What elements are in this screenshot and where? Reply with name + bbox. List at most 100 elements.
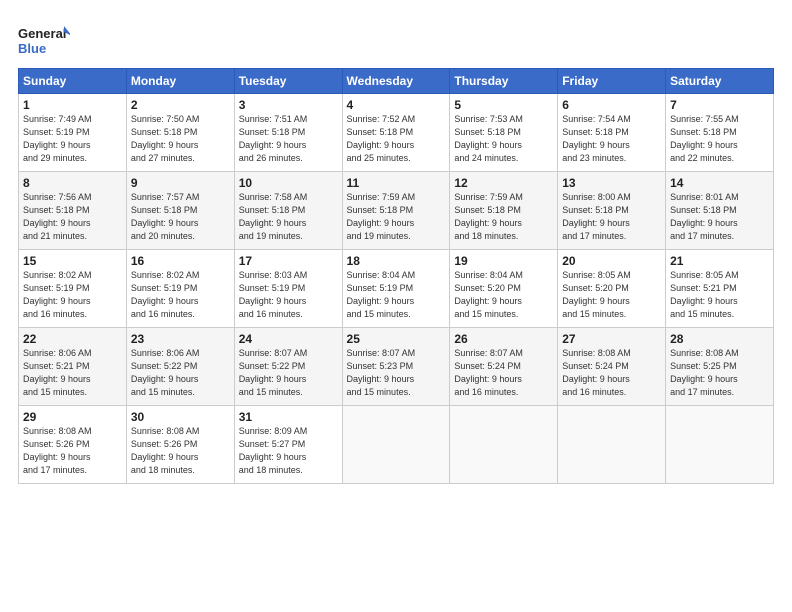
calendar-cell: 21Sunrise: 8:05 AMSunset: 5:21 PMDayligh… <box>666 250 774 328</box>
calendar-cell: 27Sunrise: 8:08 AMSunset: 5:24 PMDayligh… <box>558 328 666 406</box>
calendar-cell: 13Sunrise: 8:00 AMSunset: 5:18 PMDayligh… <box>558 172 666 250</box>
calendar-table: SundayMondayTuesdayWednesdayThursdayFrid… <box>18 68 774 484</box>
day-number: 25 <box>347 332 446 346</box>
calendar-week-4: 22Sunrise: 8:06 AMSunset: 5:21 PMDayligh… <box>19 328 774 406</box>
day-info: Sunrise: 7:54 AMSunset: 5:18 PMDaylight:… <box>562 113 661 165</box>
day-info: Sunrise: 8:07 AMSunset: 5:23 PMDaylight:… <box>347 347 446 399</box>
day-number: 12 <box>454 176 553 190</box>
logo: General Blue <box>18 22 70 60</box>
calendar-cell: 23Sunrise: 8:06 AMSunset: 5:22 PMDayligh… <box>126 328 234 406</box>
day-info: Sunrise: 8:08 AMSunset: 5:26 PMDaylight:… <box>131 425 230 477</box>
svg-text:General: General <box>18 26 66 41</box>
day-number: 31 <box>239 410 338 424</box>
day-number: 6 <box>562 98 661 112</box>
calendar-cell: 25Sunrise: 8:07 AMSunset: 5:23 PMDayligh… <box>342 328 450 406</box>
calendar-cell <box>342 406 450 484</box>
day-info: Sunrise: 8:05 AMSunset: 5:20 PMDaylight:… <box>562 269 661 321</box>
day-number: 10 <box>239 176 338 190</box>
logo-svg: General Blue <box>18 22 70 60</box>
calendar-cell: 10Sunrise: 7:58 AMSunset: 5:18 PMDayligh… <box>234 172 342 250</box>
svg-text:Blue: Blue <box>18 41 46 56</box>
calendar-cell: 18Sunrise: 8:04 AMSunset: 5:19 PMDayligh… <box>342 250 450 328</box>
day-number: 22 <box>23 332 122 346</box>
day-number: 7 <box>670 98 769 112</box>
calendar-cell: 12Sunrise: 7:59 AMSunset: 5:18 PMDayligh… <box>450 172 558 250</box>
calendar-cell <box>558 406 666 484</box>
calendar-cell: 4Sunrise: 7:52 AMSunset: 5:18 PMDaylight… <box>342 94 450 172</box>
day-info: Sunrise: 8:04 AMSunset: 5:19 PMDaylight:… <box>347 269 446 321</box>
calendar-cell: 20Sunrise: 8:05 AMSunset: 5:20 PMDayligh… <box>558 250 666 328</box>
calendar-cell: 22Sunrise: 8:06 AMSunset: 5:21 PMDayligh… <box>19 328 127 406</box>
day-number: 28 <box>670 332 769 346</box>
calendar-cell: 28Sunrise: 8:08 AMSunset: 5:25 PMDayligh… <box>666 328 774 406</box>
day-info: Sunrise: 8:01 AMSunset: 5:18 PMDaylight:… <box>670 191 769 243</box>
calendar-cell: 8Sunrise: 7:56 AMSunset: 5:18 PMDaylight… <box>19 172 127 250</box>
day-number: 29 <box>23 410 122 424</box>
day-info: Sunrise: 8:08 AMSunset: 5:24 PMDaylight:… <box>562 347 661 399</box>
calendar-cell <box>450 406 558 484</box>
day-number: 23 <box>131 332 230 346</box>
day-number: 19 <box>454 254 553 268</box>
weekday-header-friday: Friday <box>558 69 666 94</box>
weekday-header-tuesday: Tuesday <box>234 69 342 94</box>
calendar-cell: 9Sunrise: 7:57 AMSunset: 5:18 PMDaylight… <box>126 172 234 250</box>
day-info: Sunrise: 8:02 AMSunset: 5:19 PMDaylight:… <box>23 269 122 321</box>
calendar-cell: 15Sunrise: 8:02 AMSunset: 5:19 PMDayligh… <box>19 250 127 328</box>
day-info: Sunrise: 7:51 AMSunset: 5:18 PMDaylight:… <box>239 113 338 165</box>
calendar-week-2: 8Sunrise: 7:56 AMSunset: 5:18 PMDaylight… <box>19 172 774 250</box>
day-info: Sunrise: 7:59 AMSunset: 5:18 PMDaylight:… <box>454 191 553 243</box>
day-number: 24 <box>239 332 338 346</box>
day-number: 1 <box>23 98 122 112</box>
day-number: 30 <box>131 410 230 424</box>
calendar-cell: 3Sunrise: 7:51 AMSunset: 5:18 PMDaylight… <box>234 94 342 172</box>
day-info: Sunrise: 7:58 AMSunset: 5:18 PMDaylight:… <box>239 191 338 243</box>
day-number: 5 <box>454 98 553 112</box>
day-info: Sunrise: 7:52 AMSunset: 5:18 PMDaylight:… <box>347 113 446 165</box>
day-info: Sunrise: 8:00 AMSunset: 5:18 PMDaylight:… <box>562 191 661 243</box>
day-info: Sunrise: 8:03 AMSunset: 5:19 PMDaylight:… <box>239 269 338 321</box>
calendar-week-3: 15Sunrise: 8:02 AMSunset: 5:19 PMDayligh… <box>19 250 774 328</box>
day-info: Sunrise: 7:53 AMSunset: 5:18 PMDaylight:… <box>454 113 553 165</box>
day-info: Sunrise: 8:05 AMSunset: 5:21 PMDaylight:… <box>670 269 769 321</box>
page: General Blue SundayMondayTuesdayWednesda… <box>0 0 792 494</box>
day-info: Sunrise: 8:07 AMSunset: 5:22 PMDaylight:… <box>239 347 338 399</box>
calendar-cell: 24Sunrise: 8:07 AMSunset: 5:22 PMDayligh… <box>234 328 342 406</box>
day-number: 21 <box>670 254 769 268</box>
calendar-cell: 2Sunrise: 7:50 AMSunset: 5:18 PMDaylight… <box>126 94 234 172</box>
day-number: 18 <box>347 254 446 268</box>
calendar-cell: 1Sunrise: 7:49 AMSunset: 5:19 PMDaylight… <box>19 94 127 172</box>
day-number: 15 <box>23 254 122 268</box>
weekday-header-sunday: Sunday <box>19 69 127 94</box>
day-number: 8 <box>23 176 122 190</box>
day-number: 4 <box>347 98 446 112</box>
day-number: 17 <box>239 254 338 268</box>
weekday-header-wednesday: Wednesday <box>342 69 450 94</box>
day-info: Sunrise: 7:50 AMSunset: 5:18 PMDaylight:… <box>131 113 230 165</box>
calendar-cell: 14Sunrise: 8:01 AMSunset: 5:18 PMDayligh… <box>666 172 774 250</box>
calendar-cell: 29Sunrise: 8:08 AMSunset: 5:26 PMDayligh… <box>19 406 127 484</box>
day-number: 16 <box>131 254 230 268</box>
weekday-header-thursday: Thursday <box>450 69 558 94</box>
calendar-cell: 30Sunrise: 8:08 AMSunset: 5:26 PMDayligh… <box>126 406 234 484</box>
day-info: Sunrise: 8:06 AMSunset: 5:22 PMDaylight:… <box>131 347 230 399</box>
day-info: Sunrise: 8:02 AMSunset: 5:19 PMDaylight:… <box>131 269 230 321</box>
calendar-cell: 17Sunrise: 8:03 AMSunset: 5:19 PMDayligh… <box>234 250 342 328</box>
calendar-cell: 5Sunrise: 7:53 AMSunset: 5:18 PMDaylight… <box>450 94 558 172</box>
calendar-week-1: 1Sunrise: 7:49 AMSunset: 5:19 PMDaylight… <box>19 94 774 172</box>
day-info: Sunrise: 7:55 AMSunset: 5:18 PMDaylight:… <box>670 113 769 165</box>
calendar-cell: 26Sunrise: 8:07 AMSunset: 5:24 PMDayligh… <box>450 328 558 406</box>
day-number: 2 <box>131 98 230 112</box>
calendar-cell: 11Sunrise: 7:59 AMSunset: 5:18 PMDayligh… <box>342 172 450 250</box>
day-number: 27 <box>562 332 661 346</box>
calendar-cell: 6Sunrise: 7:54 AMSunset: 5:18 PMDaylight… <box>558 94 666 172</box>
day-info: Sunrise: 7:57 AMSunset: 5:18 PMDaylight:… <box>131 191 230 243</box>
day-info: Sunrise: 8:04 AMSunset: 5:20 PMDaylight:… <box>454 269 553 321</box>
weekday-header-saturday: Saturday <box>666 69 774 94</box>
day-info: Sunrise: 8:08 AMSunset: 5:26 PMDaylight:… <box>23 425 122 477</box>
day-number: 11 <box>347 176 446 190</box>
day-info: Sunrise: 8:06 AMSunset: 5:21 PMDaylight:… <box>23 347 122 399</box>
day-info: Sunrise: 7:49 AMSunset: 5:19 PMDaylight:… <box>23 113 122 165</box>
day-number: 3 <box>239 98 338 112</box>
calendar-cell: 7Sunrise: 7:55 AMSunset: 5:18 PMDaylight… <box>666 94 774 172</box>
calendar-cell: 16Sunrise: 8:02 AMSunset: 5:19 PMDayligh… <box>126 250 234 328</box>
